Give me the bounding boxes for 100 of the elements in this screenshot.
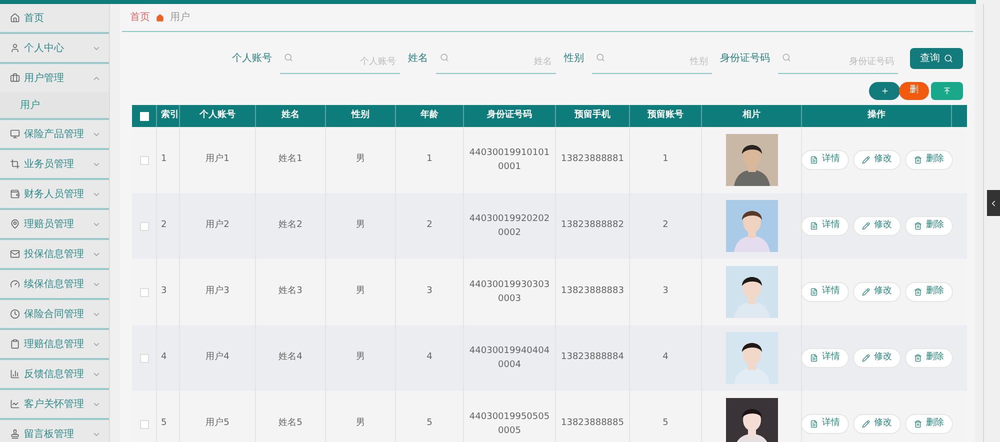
row-action-button[interactable]: 删除 (905, 414, 953, 434)
sidebar-item[interactable]: 个人中心 (0, 34, 109, 62)
field-label: 身份证号码 (720, 52, 770, 66)
sidebar-item[interactable]: 用户管理 (0, 64, 109, 92)
search-field[interactable]: 个人账号 (280, 52, 400, 74)
row-action-button[interactable]: 详情 (801, 414, 849, 434)
checkbox[interactable] (140, 420, 148, 428)
table-cell-text: 440300199303030003 (469, 278, 550, 306)
row-action-button[interactable]: 删除 (905, 216, 953, 236)
sidebar-item[interactable]: 财务人员管理 (0, 180, 109, 208)
breadcrumb-link[interactable]: 首页 (130, 10, 150, 25)
field-label: 个人账号 (232, 52, 272, 66)
table-cell-text: 4 (426, 351, 432, 364)
field-label: 性别 (564, 52, 584, 66)
sidebar-item[interactable]: 客户关怀管理 (0, 390, 109, 418)
wallet-icon (10, 189, 20, 199)
pencil-icon (862, 288, 870, 296)
column-header: 性别 (352, 109, 370, 122)
crop-icon (10, 159, 20, 169)
stamp-icon (10, 429, 20, 439)
document-icon (810, 420, 818, 428)
search-icon (284, 53, 293, 62)
search-field[interactable]: 身份证号码 (778, 52, 898, 74)
chevron-left-icon (989, 198, 998, 208)
table-cell-text: 4 (161, 351, 167, 364)
trash-icon (914, 288, 922, 296)
checkbox[interactable] (140, 288, 148, 296)
checkbox[interactable] (140, 354, 148, 362)
home-icon (10, 13, 20, 23)
table-cell-text: 4 (662, 351, 668, 364)
row-action-button[interactable]: 修改 (853, 414, 901, 434)
table-cell-text: 5 (161, 417, 167, 430)
table-cell-text: 440300199202020002 (469, 212, 550, 240)
table-cell-text: 1 (426, 153, 432, 166)
clipboard-icon (10, 339, 20, 349)
column-header: 相片 (742, 109, 760, 122)
table-cell-text: 13823888885 (561, 417, 624, 430)
table-cell-text: 13823888884 (561, 351, 624, 364)
search-field[interactable]: 性别 (592, 52, 712, 74)
sidebar-subitem[interactable]: 用户 (0, 92, 109, 118)
row-action-button[interactable]: 详情 (801, 150, 849, 170)
search-icon (944, 54, 953, 62)
trash-icon (914, 420, 922, 428)
pencil-icon (862, 156, 870, 164)
row-action-button[interactable]: 修改 (853, 348, 901, 368)
table-cell-text: 用户4 (206, 351, 230, 364)
upload-button[interactable] (931, 82, 963, 100)
table-cell-text: 3 (426, 285, 432, 298)
pencil-icon (862, 354, 870, 362)
trash-icon (914, 354, 922, 362)
sidebar-item[interactable]: 投保信息管理 (0, 240, 109, 268)
column-header: 预留账号 (648, 109, 684, 122)
table-cell-text: 男 (356, 285, 365, 298)
row-action-button[interactable]: 删除 (905, 282, 953, 302)
row-action-button[interactable]: 修改 (853, 150, 901, 170)
sidebar-item[interactable]: 保险产品管理 (0, 120, 109, 148)
search-icon (782, 53, 791, 62)
row-action-button[interactable]: 详情 (801, 216, 849, 236)
sidebar-item[interactable]: 留言板管理 (0, 420, 109, 442)
trash-icon (914, 222, 922, 230)
checkbox[interactable] (140, 156, 148, 164)
add-button[interactable] (869, 82, 900, 100)
row-action-button[interactable]: 删除 (905, 348, 953, 368)
clock-icon (10, 309, 20, 319)
table-cell-text: 姓名4 (278, 351, 302, 364)
column-header: 索引 (161, 109, 179, 122)
sidebar-item[interactable]: 保险合同管理 (0, 300, 109, 328)
mail-icon (10, 249, 20, 259)
row-action-button[interactable]: 删除 (905, 150, 953, 170)
sidebar-item[interactable]: 反馈信息管理 (0, 360, 109, 388)
table-cell-text: 姓名1 (278, 153, 302, 166)
breadcrumb-current: 用户 (170, 10, 190, 25)
table-cell-text: 1 (161, 153, 167, 166)
delete-button[interactable]: 删 (899, 82, 929, 100)
sidebar-item[interactable]: 业务员管理 (0, 150, 109, 178)
table-cell-text: 3 (662, 285, 668, 298)
table-cell-text: 男 (356, 417, 365, 430)
sidebar-item[interactable]: 理赔员管理 (0, 210, 109, 238)
table-cell-text: 13823888883 (561, 285, 624, 298)
row-action-button[interactable]: 详情 (801, 282, 849, 302)
user-icon (10, 43, 20, 53)
briefcase-icon (10, 73, 20, 83)
row-action-button[interactable]: 修改 (853, 282, 901, 302)
search-field[interactable]: 姓名 (436, 52, 556, 74)
search-button[interactable]: 查询 (910, 48, 963, 68)
row-action-button[interactable]: 修改 (853, 216, 901, 236)
gauge-icon (10, 279, 20, 289)
sidebar-item[interactable]: 续保信息管理 (0, 270, 109, 298)
table-cell-text: 13823888882 (561, 219, 624, 232)
pencil-icon (862, 222, 870, 230)
row-action-button[interactable]: 详情 (801, 348, 849, 368)
column-header: 年龄 (420, 109, 438, 122)
checkbox[interactable] (140, 222, 148, 230)
pin-icon (10, 219, 20, 229)
sidebar-item[interactable]: 理赔信息管理 (0, 330, 109, 358)
table-cell-text: 2 (662, 219, 668, 232)
sidebar-item[interactable]: 首页 (0, 4, 109, 32)
collapse-tab[interactable] (987, 190, 1000, 216)
line-chart-icon (10, 399, 20, 409)
table-cell-text: 440300199505050005 (469, 410, 550, 438)
